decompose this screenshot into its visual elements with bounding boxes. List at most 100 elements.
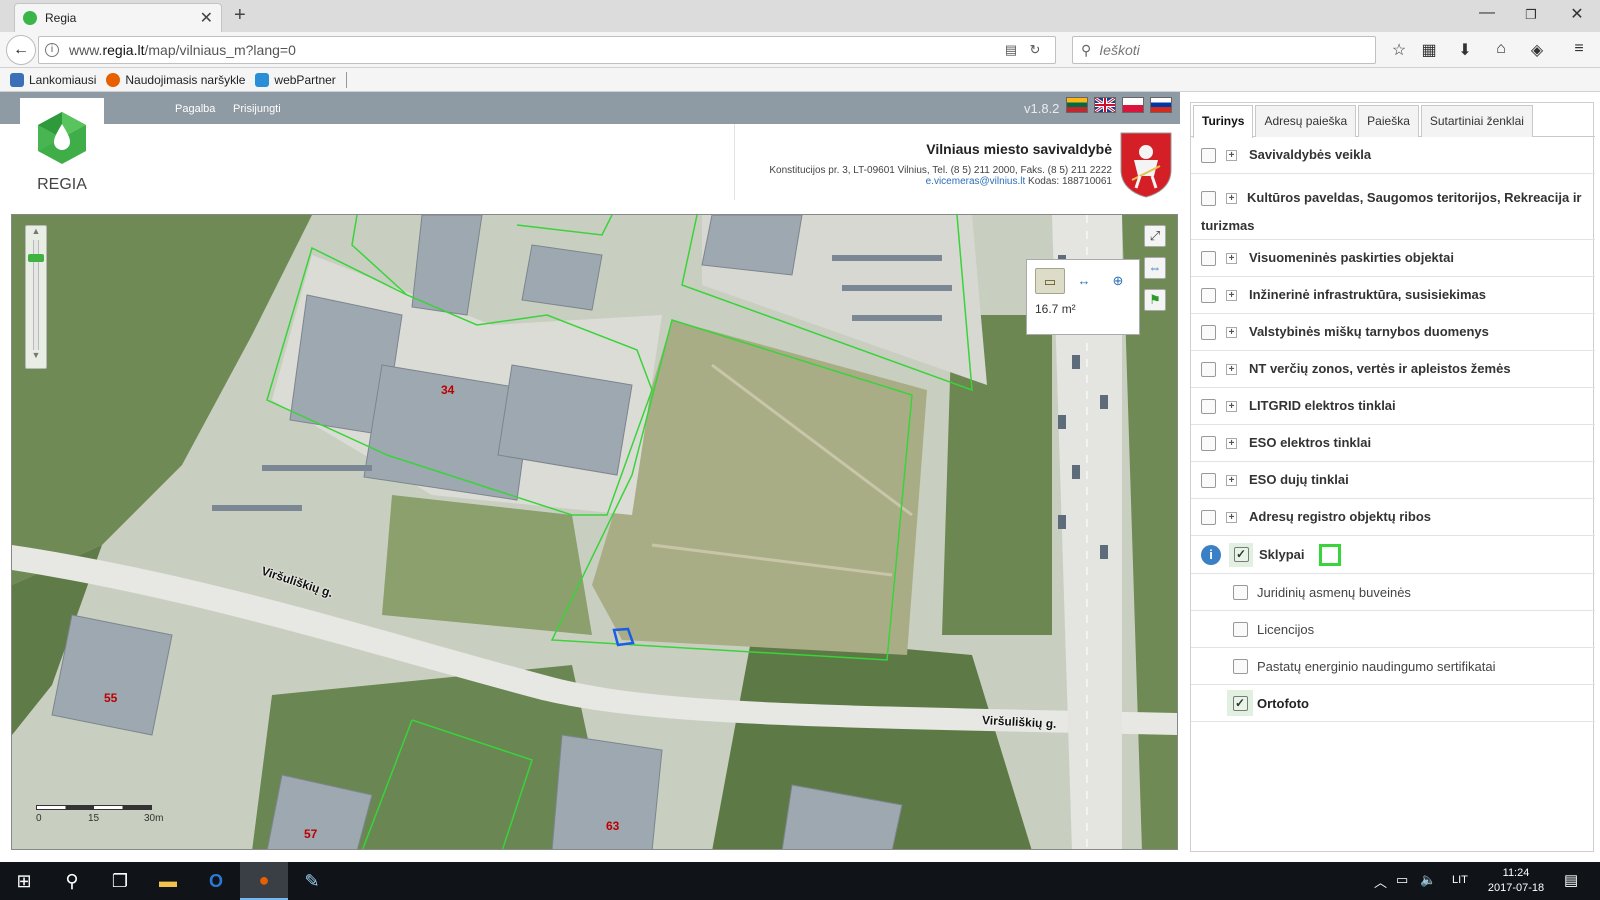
- search-icon[interactable]: ⚲: [48, 862, 96, 900]
- layer-checkbox[interactable]: [1201, 361, 1216, 377]
- sublayer-item[interactable]: Licencijos: [1191, 611, 1595, 648]
- map-viewport[interactable]: ▲ ▼ ⤢ ⇔ ⚑ ▭ ↔ ⊕ 16.7 m² Viršuliškių g. V…: [11, 214, 1178, 850]
- layer-checkbox[interactable]: [1201, 509, 1216, 525]
- network-icon[interactable]: ▭: [1396, 872, 1408, 888]
- layer-group[interactable]: + LITGRID elektros tinklai: [1191, 388, 1595, 425]
- zoom-in-icon[interactable]: ▲: [26, 226, 46, 240]
- tab-address-search[interactable]: Adresų paieška: [1255, 105, 1357, 137]
- layer-checkbox[interactable]: [1201, 324, 1216, 340]
- zoom-slider[interactable]: ▲ ▼: [25, 225, 47, 369]
- paint-icon[interactable]: ✎: [288, 862, 336, 900]
- volume-mute-icon[interactable]: 🔈: [1420, 872, 1436, 888]
- coordinate-measure-icon[interactable]: ⊕: [1103, 268, 1133, 294]
- url-text[interactable]: www.regia.lt/map/vilniaus_m?lang=0: [69, 42, 999, 58]
- layer-group[interactable]: + ESO dujų tinklai: [1191, 462, 1595, 499]
- layer-group[interactable]: + NT verčių zonos, vertės ir apleistos ž…: [1191, 351, 1595, 388]
- expand-icon[interactable]: +: [1226, 437, 1237, 449]
- fullscreen-icon[interactable]: ⤢: [1144, 225, 1166, 247]
- system-clock[interactable]: 11:24 2017-07-18: [1480, 866, 1552, 896]
- expand-icon[interactable]: +: [1226, 326, 1237, 338]
- bookmark-item[interactable]: Naudojimasis naršykle: [106, 72, 245, 87]
- sublayer-item[interactable]: Pastatų energinio naudingumo sertifikata…: [1191, 648, 1595, 685]
- help-link[interactable]: Pagalba: [175, 103, 215, 115]
- bookmarks-menu-icon[interactable]: ▦: [1418, 40, 1440, 60]
- close-tab-icon[interactable]: ✕: [200, 8, 213, 28]
- flag-marker-icon[interactable]: ⚑: [1144, 289, 1166, 311]
- minimize-icon[interactable]: —: [1472, 4, 1502, 22]
- layer-group[interactable]: + Valstybinės miškų tarnybos duomenys: [1191, 314, 1595, 351]
- regia-logo[interactable]: REGIA: [20, 98, 104, 206]
- area-measure-icon[interactable]: ▭: [1035, 268, 1065, 294]
- login-link[interactable]: Prisijungti: [233, 103, 281, 115]
- zoom-thumb[interactable]: [28, 254, 44, 262]
- bookmark-item[interactable]: webPartner: [255, 72, 336, 87]
- layer-checkbox[interactable]: [1201, 147, 1216, 163]
- tray-chevron-icon[interactable]: ︿: [1374, 872, 1387, 891]
- layer-group[interactable]: + Inžinerinė infrastruktūra, susisiekima…: [1191, 277, 1595, 314]
- distance-measure-icon[interactable]: ↔: [1069, 268, 1099, 294]
- tab-contents[interactable]: Turinys: [1193, 105, 1254, 138]
- sublayer-checkbox[interactable]: [1232, 584, 1248, 600]
- layer-group[interactable]: + Adresų registro objektų ribos: [1191, 499, 1595, 536]
- bookmark-label: Lankomiausi: [29, 72, 97, 87]
- address-bar[interactable]: i www.regia.lt/map/vilniaus_m?lang=0 ▤ ↻: [38, 36, 1056, 64]
- layer-checkbox[interactable]: [1201, 472, 1216, 488]
- flag-russia-icon[interactable]: [1150, 97, 1172, 113]
- reader-view-icon[interactable]: ▤: [999, 42, 1023, 58]
- layer-checkbox[interactable]: [1201, 287, 1216, 303]
- checkbox-checked[interactable]: ✓: [1233, 547, 1249, 562]
- layer-group[interactable]: + Kultūros paveldas, Saugomos teritorijo…: [1191, 174, 1595, 240]
- close-window-icon[interactable]: ✕: [1562, 4, 1592, 24]
- expand-icon[interactable]: +: [1226, 474, 1237, 486]
- firefox-taskbar-icon[interactable]: ●: [240, 862, 288, 900]
- sublayer-item[interactable]: Juridinių asmenų buveinės: [1191, 574, 1595, 611]
- zoom-track[interactable]: [28, 240, 44, 350]
- flag-poland-icon[interactable]: [1122, 97, 1144, 113]
- layer-group[interactable]: + Visuomeninės paskirties objektai: [1191, 240, 1595, 277]
- expand-icon[interactable]: +: [1226, 252, 1237, 264]
- reload-icon[interactable]: ↻: [1023, 42, 1047, 58]
- tab-legend[interactable]: Sutartiniai ženklai: [1420, 105, 1533, 137]
- expand-icon[interactable]: +: [1226, 149, 1237, 161]
- new-tab-icon[interactable]: +: [234, 4, 246, 27]
- sublayer-checkbox[interactable]: ✓: [1232, 695, 1248, 711]
- layer-group[interactable]: + ESO elektros tinklai: [1191, 425, 1595, 462]
- expand-icon[interactable]: +: [1226, 363, 1237, 375]
- input-language[interactable]: LIT: [1452, 874, 1468, 886]
- layer-sklypai[interactable]: i ✓ Sklypai: [1191, 536, 1595, 574]
- organization-email-link[interactable]: e.vicemeras@vilnius.lt: [926, 176, 1026, 187]
- hamburger-menu-icon[interactable]: ≡: [1568, 40, 1590, 58]
- pocket-icon[interactable]: ◈: [1526, 40, 1548, 60]
- info-icon[interactable]: i: [1201, 544, 1221, 565]
- notification-center-icon[interactable]: ▤: [1564, 871, 1578, 889]
- layer-checkbox[interactable]: [1201, 435, 1216, 451]
- zoom-out-icon[interactable]: ▼: [26, 350, 46, 364]
- bookmark-item[interactable]: Lankomiausi: [10, 72, 97, 87]
- expand-icon[interactable]: +: [1226, 400, 1237, 412]
- home-icon[interactable]: ⌂: [1490, 40, 1512, 58]
- restore-icon[interactable]: ❐: [1516, 7, 1546, 23]
- file-explorer-icon[interactable]: ▬: [144, 862, 192, 900]
- outlook-icon[interactable]: O: [192, 862, 240, 900]
- tab-search[interactable]: Paieška: [1358, 105, 1419, 137]
- sublayer-item-ortofoto[interactable]: ✓ Ortofoto: [1191, 685, 1595, 722]
- expand-icon[interactable]: +: [1226, 511, 1237, 523]
- site-info-icon[interactable]: i: [45, 43, 59, 57]
- flag-lithuania-icon[interactable]: [1066, 97, 1088, 113]
- bookmark-star-icon[interactable]: ☆: [1388, 40, 1410, 60]
- downloads-icon[interactable]: ⬇: [1454, 40, 1476, 60]
- layer-group[interactable]: + Savivaldybės veikla: [1191, 137, 1595, 174]
- measure-tool-icon[interactable]: ⇔: [1144, 257, 1166, 279]
- windows-start-icon[interactable]: ⊞: [0, 862, 48, 900]
- expand-icon[interactable]: +: [1226, 289, 1237, 301]
- search-input[interactable]: ⚲ Ieškoti: [1072, 36, 1376, 64]
- layer-checkbox[interactable]: [1201, 250, 1216, 266]
- sklypai-checkbox[interactable]: ✓: [1229, 542, 1253, 567]
- sublayer-checkbox[interactable]: [1232, 658, 1248, 674]
- sublayer-checkbox[interactable]: [1232, 621, 1248, 637]
- flag-uk-icon[interactable]: [1094, 96, 1116, 114]
- layer-checkbox[interactable]: [1201, 398, 1216, 414]
- task-view-icon[interactable]: ❐: [96, 862, 144, 900]
- back-arrow-icon[interactable]: ←: [6, 35, 36, 65]
- browser-tab[interactable]: Regia ✕: [14, 3, 222, 32]
